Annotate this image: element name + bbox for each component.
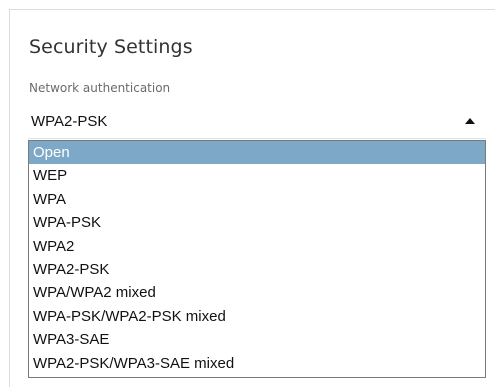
network-authentication-select[interactable]: WPA2-PSK xyxy=(28,103,486,139)
option-open[interactable]: Open xyxy=(29,141,485,165)
network-authentication-label: Network authentication xyxy=(29,81,171,95)
option-wpa3-sae[interactable]: WPA3-SAE xyxy=(29,328,485,351)
caret-up-icon xyxy=(465,118,475,124)
option-wep[interactable]: WEP xyxy=(29,164,485,187)
section-title: Security Settings xyxy=(29,36,193,58)
option-wpa2[interactable]: WPA2 xyxy=(29,235,485,258)
select-current-value: WPA2-PSK xyxy=(31,113,108,130)
option-wpa-psk[interactable]: WPA-PSK xyxy=(29,211,485,234)
authentication-options-list: Open WEP WPA WPA-PSK WPA2 WPA2-PSK WPA/W… xyxy=(28,140,486,378)
option-wpa-psk-wpa2-psk-mixed[interactable]: WPA-PSK/WPA2-PSK mixed xyxy=(29,305,485,328)
option-wpa[interactable]: WPA xyxy=(29,188,485,211)
option-wpa2-psk-wpa3-sae-mixed[interactable]: WPA2-PSK/WPA3-SAE mixed xyxy=(29,352,485,375)
option-wpa2-psk[interactable]: WPA2-PSK xyxy=(29,258,485,281)
option-wpa-wpa2-mixed[interactable]: WPA/WPA2 mixed xyxy=(29,281,485,304)
